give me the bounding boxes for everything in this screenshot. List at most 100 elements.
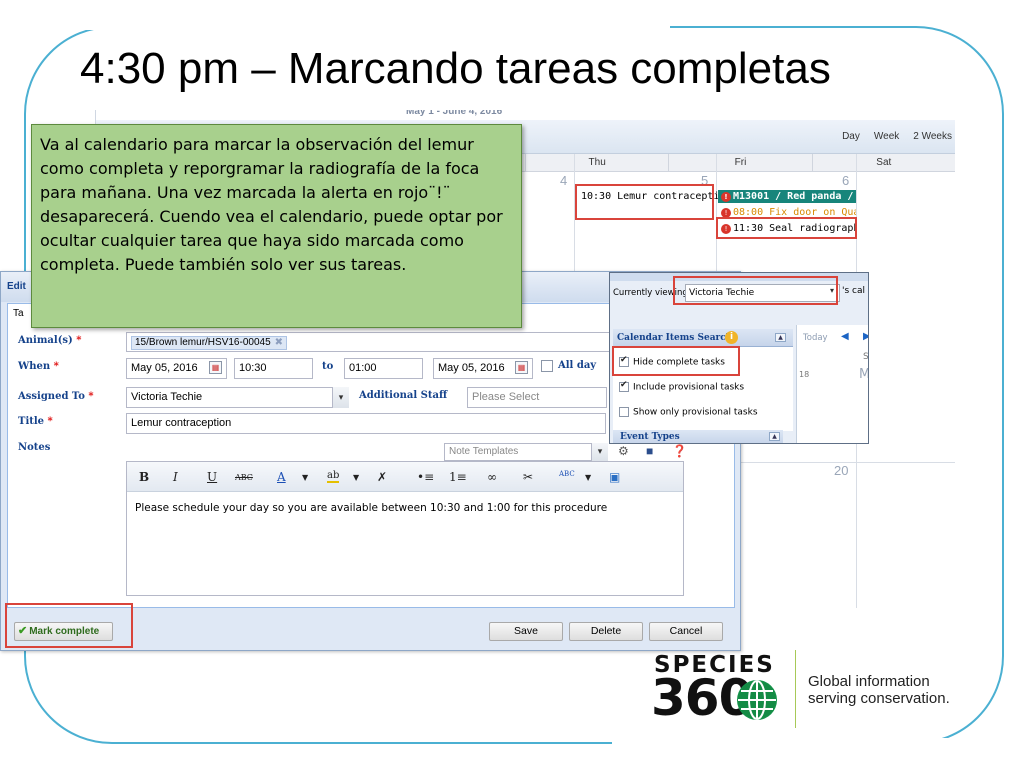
- dialog-tab[interactable]: Ta: [13, 308, 24, 319]
- show-only-provisional-label: Show only provisional tasks: [633, 407, 758, 418]
- event-red-panda-label: M13001 / Red panda /: [733, 191, 854, 202]
- bullet-list-icon[interactable]: •≡: [417, 470, 434, 484]
- title-label-text: Title: [18, 416, 45, 427]
- when-label-text: When: [18, 361, 51, 372]
- animals-field[interactable]: 15/Brown lemur/HSV16-00045 ✖: [126, 332, 684, 352]
- title-field[interactable]: Lemur contraception: [126, 413, 606, 434]
- chevron-down-icon[interactable]: ▾: [591, 443, 608, 461]
- numbered-list-icon[interactable]: 1≡: [449, 470, 467, 484]
- next-arrow-icon[interactable]: ▶: [863, 331, 868, 342]
- view-day-button[interactable]: Day: [842, 131, 860, 142]
- logo-divider: [795, 650, 796, 728]
- assigned-to-select[interactable]: Victoria Techie: [126, 387, 349, 408]
- additional-staff-select[interactable]: Please Select: [467, 387, 607, 408]
- day-number: 4: [560, 173, 568, 188]
- editor-toolbar: B I U ABC A ▼ ab ▼ ✗ •≡ 1≡ ∞ ✂ ABC ▼ ▣: [127, 462, 683, 492]
- start-time-field[interactable]: 10:30: [234, 358, 313, 379]
- underline-button[interactable]: U: [207, 470, 217, 484]
- title-label: Title *: [18, 416, 53, 427]
- today-button[interactable]: Today: [803, 333, 828, 343]
- frame-gap-top: [30, 20, 670, 30]
- mini-calendar: Today ◀ ▶ S 18 M: [796, 325, 869, 443]
- include-provisional-option[interactable]: Include provisional tasks: [619, 380, 745, 393]
- tagline-line-2: serving conservation.: [808, 690, 950, 707]
- day-header-thu: Thu: [526, 154, 670, 171]
- day-header-sat: Sat: [813, 154, 955, 171]
- assigned-to-label: Assigned To *: [18, 391, 94, 402]
- required-mark: *: [47, 416, 53, 427]
- required-mark: *: [53, 361, 59, 372]
- delete-button[interactable]: Delete: [569, 622, 643, 641]
- chevron-down-icon[interactable]: ▾: [332, 387, 349, 408]
- link-icon[interactable]: ∞: [487, 470, 497, 484]
- view-2weeks-button[interactable]: 2 Weeks: [913, 131, 952, 142]
- spellcheck-icon[interactable]: ABC: [559, 470, 575, 478]
- globe-icon: [737, 680, 777, 720]
- calendar-items-search-header: Calendar Items Search i ▲: [613, 329, 793, 347]
- all-day-checkbox[interactable]: [541, 360, 553, 372]
- event-red-panda[interactable]: ! M13001 / Red panda /: [718, 190, 856, 203]
- logo-tagline: Global information serving conservation.: [808, 673, 950, 707]
- day-number: 20: [834, 463, 849, 478]
- alert-icon: !: [721, 192, 731, 202]
- gear-icon[interactable]: ⚙: [618, 444, 629, 458]
- calendar-view-buttons: Day Week 2 Weeks: [842, 131, 952, 142]
- chevron-down-icon[interactable]: ▼: [302, 473, 308, 482]
- calendar-date-range: May 1 - June 4, 2016: [406, 110, 503, 117]
- cancel-button[interactable]: Cancel: [649, 622, 723, 641]
- mini-day-letter: M: [859, 367, 868, 382]
- animal-tag: 15/Brown lemur/HSV16-00045 ✖: [131, 336, 288, 350]
- end-time-field[interactable]: 01:00: [344, 358, 423, 379]
- font-color-button[interactable]: A: [277, 470, 286, 484]
- view-week-button[interactable]: Week: [874, 131, 899, 142]
- frame-gap-bottom: [612, 738, 992, 750]
- assigned-to-label-text: Assigned To: [18, 391, 85, 402]
- animals-label-text: Animal(s): [18, 335, 73, 346]
- instruction-callout: Va al calendario para marcar la observac…: [31, 124, 522, 328]
- required-mark: *: [76, 335, 82, 346]
- prev-arrow-icon[interactable]: ◀: [841, 331, 849, 342]
- remove-tag-icon[interactable]: ✖: [275, 337, 283, 348]
- notes-label: Notes: [18, 442, 51, 453]
- calendar-icon[interactable]: ▦: [209, 361, 222, 374]
- all-day-label: All day: [558, 360, 597, 371]
- save-icon[interactable]: ■: [646, 444, 653, 458]
- note-templates-select[interactable]: Note Templates: [444, 443, 608, 461]
- additional-staff-label: Additional Staff: [359, 390, 448, 401]
- chevron-down-icon[interactable]: ▼: [585, 473, 591, 482]
- info-icon[interactable]: i: [725, 331, 738, 344]
- show-only-provisional-option[interactable]: Show only provisional tasks: [619, 407, 758, 418]
- highlight-mark-complete: [5, 603, 133, 648]
- highlight-lemur-event: [575, 184, 714, 220]
- tagline-line-1: Global information: [808, 673, 930, 690]
- event-types-title: Event Types: [620, 432, 680, 442]
- notes-text[interactable]: Please schedule your day so you are avai…: [135, 502, 607, 514]
- day-header-fri: Fri: [669, 154, 813, 171]
- collapse-icon[interactable]: ▲: [775, 333, 786, 342]
- globe-graphic: [738, 680, 776, 720]
- mini-col-header: S: [863, 352, 869, 362]
- include-provisional-label: Include provisional tasks: [633, 382, 745, 393]
- help-icon[interactable]: ❓: [672, 444, 687, 458]
- show-only-provisional-checkbox[interactable]: [619, 407, 629, 417]
- source-icon[interactable]: ▣: [609, 470, 620, 484]
- bold-button[interactable]: B: [139, 470, 149, 484]
- highlight-button[interactable]: ab: [327, 470, 340, 483]
- calendar-icon[interactable]: ▦: [515, 361, 528, 374]
- animals-label: Animal(s) *: [18, 335, 82, 346]
- to-label: to: [322, 361, 334, 372]
- event-types-header[interactable]: Event Types ▲: [613, 430, 783, 443]
- chevron-down-icon[interactable]: ▼: [353, 473, 359, 482]
- mini-row-number: 18: [799, 370, 810, 379]
- animal-tag-label: 15/Brown lemur/HSV16-00045: [135, 337, 271, 348]
- include-provisional-checkbox[interactable]: [619, 380, 629, 392]
- day-number: 6: [842, 173, 850, 188]
- collapse-icon[interactable]: ▲: [769, 432, 780, 441]
- italic-button[interactable]: I: [173, 470, 178, 484]
- eraser-icon[interactable]: ✗: [377, 470, 387, 484]
- unlink-icon[interactable]: ✂: [523, 470, 533, 484]
- dialog-title: Edit: [7, 281, 26, 292]
- notes-editor[interactable]: B I U ABC A ▼ ab ▼ ✗ •≡ 1≡ ∞ ✂ ABC ▼ ▣ P…: [126, 461, 684, 596]
- save-button[interactable]: Save: [489, 622, 563, 641]
- strikethrough-button[interactable]: ABC: [235, 473, 253, 482]
